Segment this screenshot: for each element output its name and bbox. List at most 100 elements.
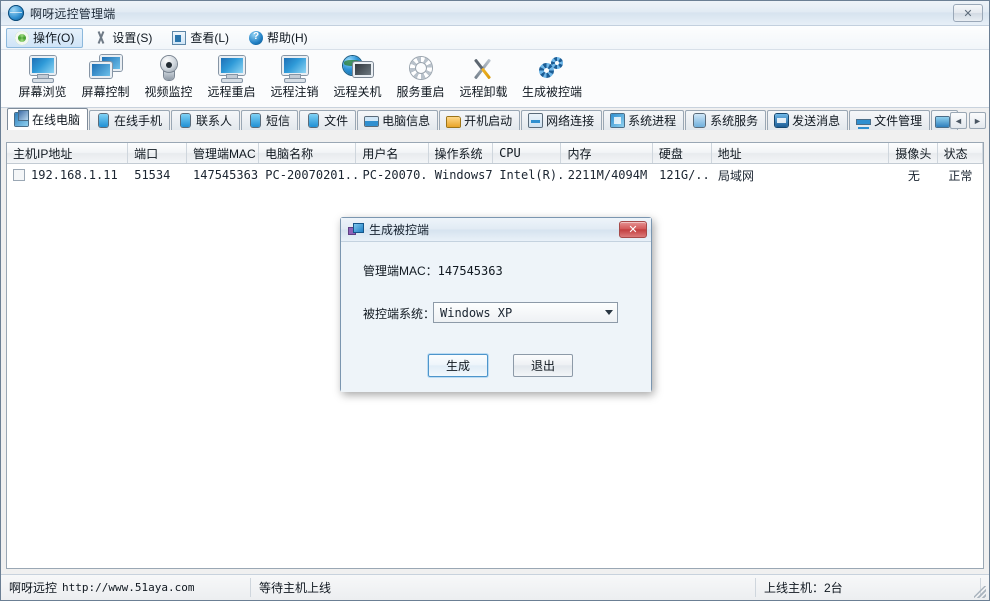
toolbar-button-label: 远程重启 <box>207 85 256 99</box>
tab-online-computers[interactable]: 在线电脑 <box>7 108 89 130</box>
blue-gears-icon <box>535 55 569 85</box>
tab-sms[interactable]: 短信 <box>241 110 299 130</box>
gear-icon <box>404 55 438 85</box>
tab-label: 在线手机 <box>114 114 163 128</box>
column-header-port[interactable]: 端口 <box>128 143 187 163</box>
toolbar-button-label: 屏幕浏览 <box>18 85 67 99</box>
globe-monitor-icon <box>341 55 375 85</box>
tab-file-manager[interactable]: 文件管理 <box>849 110 931 130</box>
tab-system-services[interactable]: 系统服务 <box>685 110 767 130</box>
monitor-icon <box>278 55 312 85</box>
toolbar-button-video-monitor[interactable]: 视频监控 <box>137 53 200 107</box>
process-icon <box>611 114 625 127</box>
mac-label: 管理端MAC： <box>363 264 438 278</box>
column-header-address[interactable]: 地址 <box>712 143 890 163</box>
toolbar-button-screen-view[interactable]: 屏幕浏览 <box>11 53 74 107</box>
tab-label: 系统服务 <box>710 114 759 128</box>
toolbar-button-generate-client[interactable]: 生成被控端 <box>515 53 589 107</box>
toolbar-button-label: 远程注销 <box>270 85 319 99</box>
toolbar-button-remote-shutdown[interactable]: 远程关机 <box>326 53 389 107</box>
toolbar-button-label: 远程卸载 <box>459 85 508 99</box>
menu-item-label: 帮助(H) <box>267 31 308 45</box>
column-header-os[interactable]: 操作系统 <box>429 143 494 163</box>
cell-camera: 无 <box>907 168 920 183</box>
exit-button[interactable]: 退出 <box>513 354 573 377</box>
toolbar-button-label: 远程关机 <box>333 85 382 99</box>
cell-os: Windows7 <box>434 168 493 182</box>
column-header-user[interactable]: 用户名 <box>356 143 429 163</box>
phone-icon <box>309 114 319 127</box>
table-row[interactable]: 192.168.1.11 51534 147545363 PC-20070201… <box>7 164 983 186</box>
menu-item-label: 查看(L) <box>190 31 229 45</box>
tab-label: 系统进程 <box>628 114 677 128</box>
column-header-memory[interactable]: 内存 <box>561 143 653 163</box>
folder-icon <box>447 116 461 127</box>
cell-disk: 121G/... <box>659 168 712 182</box>
tab-send-message[interactable]: 发送消息 <box>767 110 849 130</box>
service-icon <box>694 114 706 127</box>
tab-label: 发送消息 <box>792 114 841 128</box>
status-bar: 啊呀远控 http://www.51aya.com 等待主机上线 上线主机：2台 <box>1 574 989 600</box>
generate-button[interactable]: 生成 <box>428 354 488 377</box>
status-brand: 啊呀远控 http://www.51aya.com <box>1 578 251 597</box>
menu-item-help[interactable]: 帮助(H) <box>240 28 317 48</box>
menu-item-operations[interactable]: 操作(O) <box>6 27 84 48</box>
tab-system-processes[interactable]: 系统进程 <box>603 110 685 130</box>
column-header-camera[interactable]: 摄像头 <box>889 143 938 163</box>
tab-label: 联系人 <box>196 114 233 128</box>
tab-online-phones[interactable]: 在线手机 <box>89 110 171 130</box>
window-close-button[interactable]: ✕ <box>953 4 983 22</box>
tab-files[interactable]: 文件 <box>299 110 357 130</box>
toolbar-button-remote-logoff[interactable]: 远程注销 <box>263 53 326 107</box>
mac-value: 147545363 <box>437 264 503 278</box>
toolbar-button-label: 视频监控 <box>144 85 193 99</box>
phone-icon <box>251 114 261 127</box>
dialog-body: 管理端MAC：147545363 被控端系统： Windows XP 生成 退出 <box>341 242 651 392</box>
tab-startup[interactable]: 开机启动 <box>439 110 521 130</box>
status-online-count: 上线主机：2台 <box>756 578 981 597</box>
tab-label: 文件管理 <box>874 114 923 128</box>
column-header-ip[interactable]: 主机IP地址 <box>7 143 129 163</box>
toolbar-button-remote-restart[interactable]: 远程重启 <box>200 53 263 107</box>
toolbar-button-service-restart[interactable]: 服务重启 <box>389 53 452 107</box>
cell-pcname: PC-20070201... <box>265 168 357 182</box>
tab-scroll-controls: ◄ ► <box>950 112 986 129</box>
tools-icon <box>467 55 501 85</box>
status-message: 等待主机上线 <box>251 578 756 597</box>
bar-icon <box>365 117 379 126</box>
column-header-status[interactable]: 状态 <box>938 143 983 163</box>
cell-address: 局域网 <box>717 168 754 183</box>
phone-icon <box>99 114 109 127</box>
application-window: 啊呀远控管理端 ✕ 操作(O) 设置(S) 查看(L) 帮助(H) 屏幕浏览 <box>0 0 990 601</box>
scissors-icon <box>94 31 108 45</box>
menu-item-label: 设置(S) <box>112 31 153 45</box>
status-brand-url: http://www.51aya.com <box>62 581 195 594</box>
tab-computer-info[interactable]: 电脑信息 <box>357 110 439 130</box>
dialog-title: 生成被控端 <box>369 223 430 237</box>
tab-label: 电脑信息 <box>382 114 431 128</box>
column-header-mac[interactable]: 管理端MAC <box>187 143 260 163</box>
dialog-close-button[interactable]: ✕ <box>619 221 647 238</box>
column-header-disk[interactable]: 硬盘 <box>653 143 712 163</box>
toolbar-button-screen-control[interactable]: 屏幕控制 <box>74 53 137 107</box>
tab-label: 在线电脑 <box>32 113 81 127</box>
menu-item-settings[interactable]: 设置(S) <box>85 28 161 48</box>
resize-grip-icon[interactable] <box>974 586 986 598</box>
window-titlebar: 啊呀远控管理端 ✕ <box>1 1 989 26</box>
tab-scroll-next-button[interactable]: ► <box>969 112 986 129</box>
monitor-icon <box>215 55 249 85</box>
tab-network-connections[interactable]: 网络连接 <box>521 110 603 130</box>
menu-item-view[interactable]: 查看(L) <box>163 28 238 48</box>
tab-contacts[interactable]: 联系人 <box>171 110 241 130</box>
toolbar-button-label: 生成被控端 <box>521 85 582 99</box>
toolbar-button-remote-uninstall[interactable]: 远程卸载 <box>452 53 515 107</box>
tab-scroll-prev-button[interactable]: ◄ <box>950 112 967 129</box>
table-header: 主机IP地址 端口 管理端MAC 电脑名称 用户名 操作系统 CPU 内存 硬盘… <box>7 143 983 164</box>
column-header-pcname[interactable]: 电脑名称 <box>259 143 357 163</box>
toolbar-button-label: 服务重启 <box>396 85 445 99</box>
target-os-select[interactable]: Windows XP <box>433 302 618 323</box>
cell-ip: 192.168.1.11 <box>7 168 128 182</box>
chevron-down-icon[interactable] <box>600 303 617 322</box>
column-header-cpu[interactable]: CPU <box>493 143 562 163</box>
row-checkbox[interactable] <box>13 169 25 181</box>
